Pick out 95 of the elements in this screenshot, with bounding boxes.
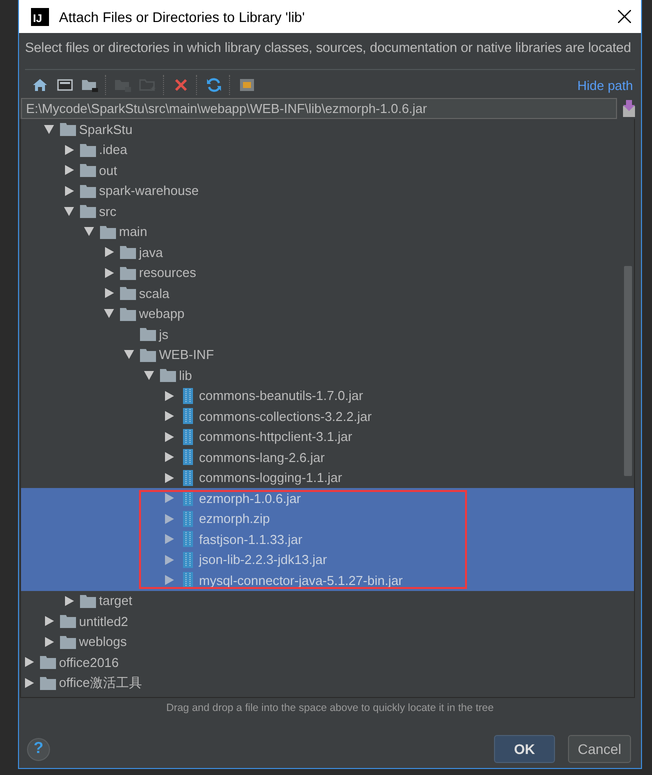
cancel-button[interactable]: Cancel bbox=[568, 735, 631, 763]
import-icon[interactable] bbox=[623, 100, 635, 117]
folder-icon bbox=[160, 368, 176, 382]
expand-arrow-icon[interactable] bbox=[24, 678, 34, 688]
tree-item[interactable]: target bbox=[21, 590, 634, 611]
tree-item[interactable]: src bbox=[21, 201, 634, 222]
tree-item[interactable]: java bbox=[21, 242, 634, 262]
expand-arrow-icon[interactable] bbox=[64, 144, 74, 155]
tree-item[interactable]: main bbox=[21, 222, 634, 242]
expand-arrow-icon[interactable] bbox=[104, 288, 114, 298]
folder-icon bbox=[140, 348, 156, 362]
tree-item[interactable]: mysql-connector-java-5.1.27-bin.jar bbox=[21, 570, 634, 590]
square-icon[interactable] bbox=[238, 77, 254, 93]
tree-item[interactable]: fastjson-1.1.33.jar bbox=[21, 529, 634, 550]
expand-arrow-icon[interactable] bbox=[164, 411, 174, 422]
jar-icon bbox=[183, 449, 193, 466]
jar-icon bbox=[183, 408, 193, 424]
tree-item[interactable]: WEB-INF bbox=[21, 344, 634, 365]
ok-button[interactable]: OK bbox=[494, 735, 555, 763]
folder-icon bbox=[80, 204, 96, 218]
tree-item[interactable]: weblogs bbox=[21, 632, 634, 652]
expand-arrow-icon[interactable] bbox=[164, 452, 174, 462]
expand-arrow-icon[interactable] bbox=[164, 390, 174, 401]
folder-icon bbox=[80, 142, 96, 157]
home-icon[interactable] bbox=[32, 77, 48, 93]
expand-arrow-icon[interactable] bbox=[44, 636, 54, 647]
folder-icon bbox=[120, 286, 136, 300]
expand-arrow-icon[interactable] bbox=[24, 657, 34, 668]
tree-item[interactable]: .idea bbox=[21, 140, 634, 160]
refresh-icon[interactable] bbox=[206, 77, 222, 93]
path-field[interactable]: E:\Mycode\SparkStu\src\main\webapp\WEB-INF\lib\ezmorph-1.0.6.jar bbox=[21, 98, 617, 119]
expand-arrow-icon[interactable] bbox=[164, 472, 174, 483]
expand-arrow-icon[interactable] bbox=[64, 206, 74, 216]
tree-item[interactable]: js bbox=[21, 324, 634, 344]
folder-icon bbox=[60, 122, 76, 136]
expand-arrow-icon[interactable] bbox=[104, 247, 114, 258]
jar-icon bbox=[183, 428, 193, 445]
jar-icon bbox=[183, 531, 193, 548]
desktop-icon[interactable] bbox=[56, 77, 72, 93]
jar-icon bbox=[183, 510, 193, 527]
expand-arrow-icon[interactable] bbox=[44, 124, 54, 134]
tree-item[interactable]: commons-lang-2.6.jar bbox=[21, 447, 634, 468]
tree-item[interactable]: commons-logging-1.1.jar bbox=[21, 468, 634, 488]
expand-arrow-icon[interactable] bbox=[64, 186, 74, 196]
hide-path-link[interactable]: Hide path bbox=[577, 78, 633, 92]
folder-icon bbox=[120, 245, 136, 260]
expand-arrow-icon[interactable] bbox=[104, 268, 114, 278]
tree-item[interactable]: resources bbox=[21, 262, 634, 283]
tree-item[interactable]: SparkStu bbox=[21, 119, 634, 140]
hint-text: Drag and drop a file into the space above to quickly locate it in the tree bbox=[165, 701, 495, 716]
folder-icon bbox=[40, 655, 56, 670]
folder-icon bbox=[100, 224, 116, 239]
tree-item[interactable]: commons-collections-3.2.2.jar bbox=[21, 406, 634, 426]
jar-icon bbox=[183, 572, 193, 588]
expand-arrow-icon[interactable] bbox=[64, 165, 74, 176]
jar-icon bbox=[183, 552, 193, 568]
tree-item[interactable]: commons-httpclient-3.1.jar bbox=[21, 426, 634, 447]
close-icon[interactable] bbox=[618, 10, 631, 23]
tree-item[interactable]: untitled2 bbox=[21, 611, 634, 632]
description-text: Select files or directories in which library classes, sources, documentation or native libraries are located bbox=[24, 39, 632, 57]
tree-item[interactable]: lib bbox=[21, 365, 634, 386]
folder-icon bbox=[140, 327, 156, 342]
expand-arrow-icon[interactable] bbox=[64, 596, 74, 606]
expand-arrow-icon[interactable] bbox=[44, 616, 54, 626]
expand-arrow-icon[interactable] bbox=[84, 227, 94, 236]
folder-icon bbox=[80, 163, 96, 178]
jar-icon bbox=[183, 388, 193, 404]
folder-icon bbox=[60, 634, 76, 649]
folder-icon bbox=[40, 676, 56, 690]
folder-icon[interactable] bbox=[80, 77, 98, 93]
folder-icon bbox=[120, 266, 136, 280]
tree-item[interactable]: commons-beanutils-1.7.0.jar bbox=[21, 386, 634, 406]
folder-icon bbox=[60, 614, 76, 628]
tree-item[interactable]: spark-warehouse bbox=[21, 180, 634, 201]
tree-item[interactable]: webapp bbox=[21, 304, 634, 324]
folder-icon bbox=[80, 184, 96, 198]
help-button[interactable]: ? bbox=[27, 738, 50, 760]
expand-arrow-icon[interactable] bbox=[164, 432, 174, 442]
expand-arrow-icon[interactable] bbox=[104, 309, 114, 318]
scrollbar-thumb[interactable] bbox=[624, 266, 632, 476]
window-title: Attach Files or Directories to Library 'lib' bbox=[59, 8, 306, 24]
tree-item[interactable]: json-lib-2.2.3-jdk13.jar bbox=[21, 550, 634, 570]
tree-item[interactable]: out bbox=[21, 160, 634, 180]
delete-icon[interactable] bbox=[172, 77, 188, 93]
tree-item[interactable]: scala bbox=[21, 283, 634, 304]
tree-item[interactable]: ezmorph-1.0.6.jar bbox=[21, 488, 634, 508]
folder-icon bbox=[120, 306, 136, 321]
tree-item[interactable]: office2016 bbox=[21, 652, 634, 672]
expand-arrow-icon[interactable] bbox=[124, 350, 134, 360]
expand-arrow-icon[interactable] bbox=[144, 370, 154, 380]
app-logo: IJ bbox=[31, 8, 49, 26]
folder-icon bbox=[80, 594, 96, 608]
tree-item[interactable]: ezmorph.zip bbox=[21, 508, 634, 529]
tree-item[interactable]: office激活工具 bbox=[21, 672, 634, 693]
jar-icon bbox=[183, 470, 193, 486]
